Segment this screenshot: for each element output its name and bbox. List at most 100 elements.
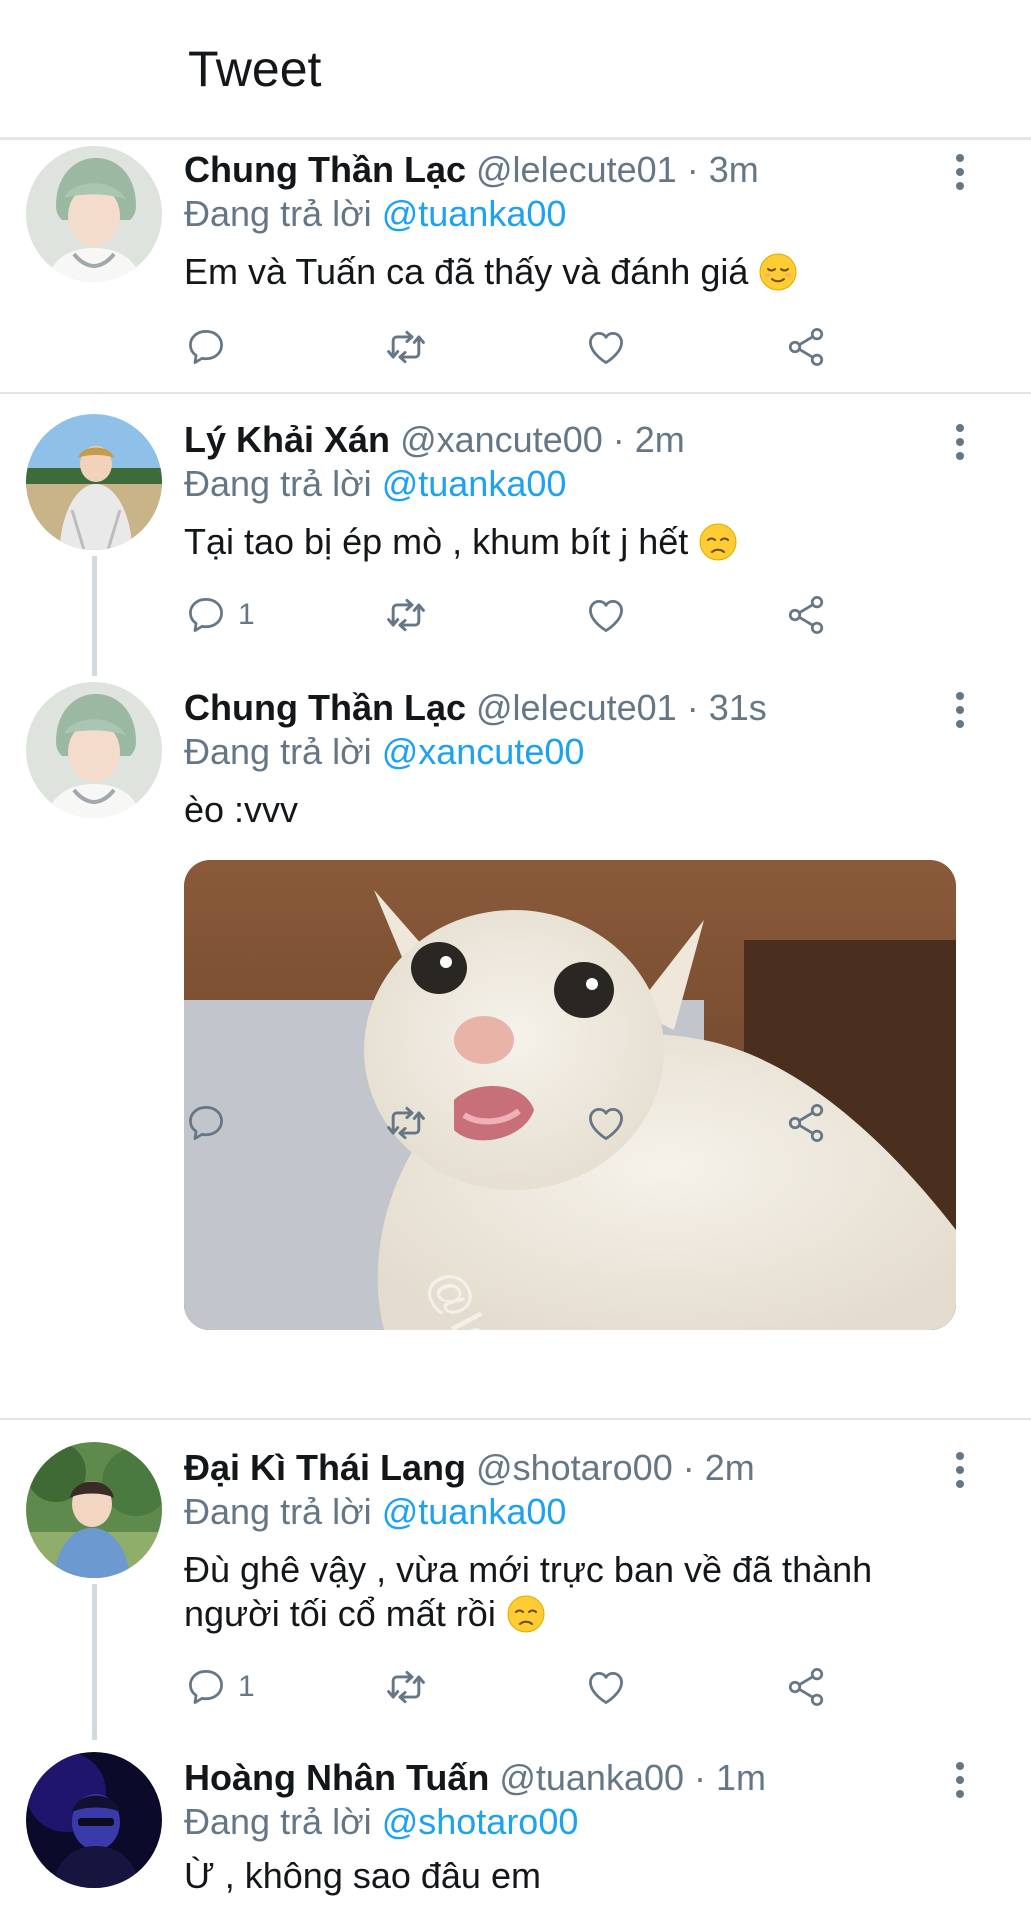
like-button[interactable] (584, 1098, 628, 1148)
tweet-time: · 1m (694, 1757, 767, 1798)
author-name[interactable]: Chung Thần Lạc (184, 149, 466, 190)
author-name[interactable]: Chung Thần Lạc (184, 687, 466, 728)
share-button[interactable] (784, 1662, 828, 1712)
retweet-icon (384, 593, 428, 637)
tweet-text: Em và Tuấn ca đã thấy và đánh giá (184, 250, 984, 294)
tweet-time: · 2m (612, 419, 685, 460)
tweet-media-image[interactable]: @Idas (184, 860, 956, 1330)
tweet[interactable]: Chung Thần Lạc @lelecute01 · 3m Đang trả… (0, 140, 1031, 395)
retweet-button[interactable] (384, 322, 428, 372)
reply-button[interactable]: 1 (184, 590, 255, 640)
reply-prefix: Đang trả lời (184, 463, 372, 504)
heart-icon (584, 325, 628, 369)
reply-prefix: Đang trả lời (184, 193, 372, 234)
page-title: Tweet (188, 41, 322, 97)
share-icon (784, 1665, 828, 1709)
white-cat-photo (184, 860, 956, 1330)
reply-target-link[interactable]: @xancute00 (382, 731, 585, 772)
tweet-body: Tại tao bị ép mò , khum bít j hết (184, 521, 689, 562)
share-icon (784, 593, 828, 637)
like-button[interactable] (584, 590, 628, 640)
tweet[interactable]: Chung Thần Lạc @lelecute01 · 31s Đang tr… (0, 678, 1031, 1418)
thread-connector (92, 556, 97, 676)
author-name[interactable]: Lý Khải Xán (184, 419, 390, 460)
top-bar: Tweet (0, 0, 1031, 140)
tweet-actions: 1 (184, 590, 844, 640)
more-options-icon[interactable] (948, 420, 972, 464)
share-button[interactable] (784, 1098, 828, 1148)
tweet[interactable]: Hoàng Nhân Tuấn @tuanka00 · 1m Đang trả … (0, 1750, 1031, 1920)
avatar[interactable] (26, 1752, 162, 1888)
retweet-icon (384, 1665, 428, 1709)
retweet-button[interactable] (384, 590, 428, 640)
more-options-icon[interactable] (948, 688, 972, 732)
replying-to: Đang trả lời @tuanka00 (184, 1490, 566, 1534)
divider (0, 1418, 1031, 1420)
tweet-text: èo :vvv (184, 788, 984, 832)
tweet[interactable]: Lý Khải Xán @xancute00 · 2m Đang trả lời… (0, 410, 1031, 676)
replying-to: Đang trả lời @shotaro00 (184, 1800, 578, 1844)
tweet-header: Chung Thần Lạc @lelecute01 · 31s (184, 686, 767, 730)
reply-button[interactable] (184, 322, 228, 372)
reply-prefix: Đang trả lời (184, 1491, 372, 1532)
author-handle[interactable]: @xancute00 (400, 419, 603, 460)
author-handle[interactable]: @tuanka00 (499, 1757, 684, 1798)
more-options-icon[interactable] (948, 1448, 972, 1492)
reply-count: 1 (238, 598, 255, 631)
share-button[interactable] (784, 322, 828, 372)
author-handle[interactable]: @lelecute01 (476, 687, 677, 728)
avatar[interactable] (26, 414, 162, 550)
tweet-header: Lý Khải Xán @xancute00 · 2m (184, 418, 685, 462)
author-handle[interactable]: @lelecute01 (476, 149, 677, 190)
reply-icon (184, 1665, 228, 1709)
reply-icon (184, 325, 228, 369)
replying-to: Đang trả lời @tuanka00 (184, 192, 566, 236)
tweet[interactable]: Đại Kì Thái Lang @shotaro00 · 2m Đang tr… (0, 1440, 1031, 1740)
heart-icon (584, 593, 628, 637)
retweet-button[interactable] (384, 1662, 428, 1712)
avatar[interactable] (26, 1442, 162, 1578)
tweet-header: Hoàng Nhân Tuấn @tuanka00 · 1m (184, 1756, 766, 1800)
reply-target-link[interactable]: @shotaro00 (382, 1801, 579, 1842)
reply-button[interactable] (184, 1098, 228, 1148)
retweet-icon (384, 1101, 428, 1145)
tweet-body: èo :vvv (184, 789, 299, 830)
tweet-time: · 3m (686, 149, 759, 190)
like-button[interactable] (584, 1662, 628, 1712)
author-name[interactable]: Hoàng Nhân Tuấn (184, 1757, 489, 1798)
share-icon (784, 1101, 828, 1145)
reply-target-link[interactable]: @tuanka00 (382, 463, 567, 504)
reply-count: 1 (238, 1670, 255, 1703)
replying-to: Đang trả lời @tuanka00 (184, 462, 566, 506)
tweet-body: Ừ , không sao đâu em (184, 1855, 541, 1896)
reply-prefix: Đang trả lời (184, 1801, 372, 1842)
tweet-time: · 31s (686, 687, 767, 728)
thread-connector (92, 1584, 97, 1740)
avatar[interactable] (26, 682, 162, 818)
disappointed-face-emoji (698, 522, 738, 562)
tweet-header: Chung Thần Lạc @lelecute01 · 3m (184, 148, 759, 192)
heart-icon (584, 1101, 628, 1145)
share-icon (784, 325, 828, 369)
author-name[interactable]: Đại Kì Thái Lang (184, 1447, 466, 1488)
more-options-icon[interactable] (948, 1758, 972, 1802)
tweet-header: Đại Kì Thái Lang @shotaro00 · 2m (184, 1446, 755, 1490)
more-options-icon[interactable] (948, 150, 972, 194)
tweet-actions: 1 (184, 1662, 844, 1712)
share-button[interactable] (784, 590, 828, 640)
retweet-button[interactable] (384, 1098, 428, 1148)
heart-icon (584, 1665, 628, 1709)
disappointed-face-emoji (506, 1594, 546, 1634)
reply-prefix: Đang trả lời (184, 731, 372, 772)
author-handle[interactable]: @shotaro00 (476, 1447, 673, 1488)
reply-target-link[interactable]: @tuanka00 (382, 1491, 567, 1532)
reply-icon (184, 593, 228, 637)
tweet-text: Đù ghê vậy , vừa mới trực ban về đã thàn… (184, 1548, 904, 1636)
reply-target-link[interactable]: @tuanka00 (382, 193, 567, 234)
relieved-face-emoji (758, 252, 798, 292)
avatar[interactable] (26, 146, 162, 282)
reply-button[interactable]: 1 (184, 1662, 255, 1712)
like-button[interactable] (584, 322, 628, 372)
retweet-icon (384, 325, 428, 369)
tweet-actions (184, 322, 844, 372)
